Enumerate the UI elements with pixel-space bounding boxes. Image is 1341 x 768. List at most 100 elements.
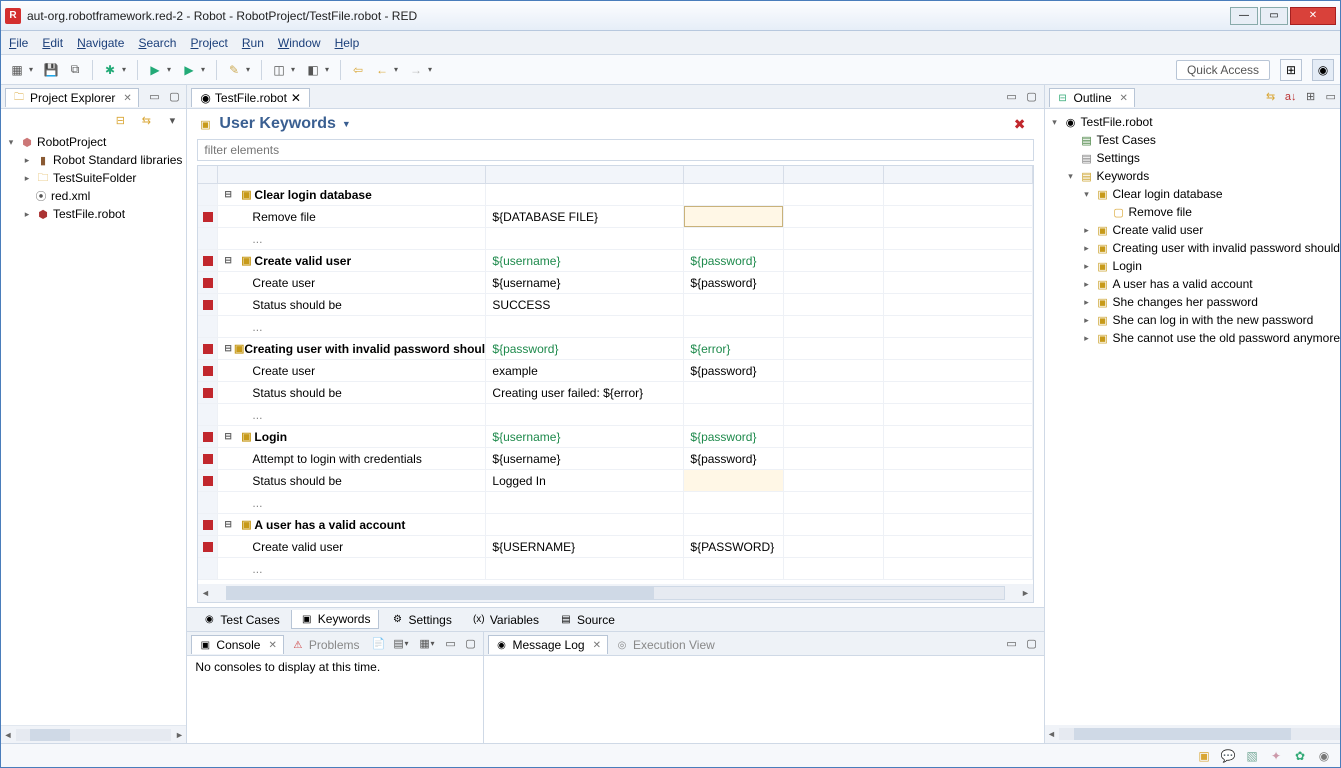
expand-icon[interactable]: ▸ [1081, 261, 1093, 272]
dropdown-icon[interactable]: ▾ [29, 65, 37, 74]
dropdown-icon[interactable]: ▾ [167, 65, 175, 74]
dropdown-icon[interactable]: ▾ [246, 65, 254, 74]
table-row[interactable]: ⊟▣A user has a valid account [198, 514, 1032, 536]
run-icon[interactable]: ▶ [145, 60, 165, 80]
status-icon[interactable]: ✿ [1292, 748, 1308, 764]
delete-icon[interactable]: ✖ [1014, 116, 1026, 133]
tree-item[interactable]: ▸ ▮ Robot Standard libraries [5, 151, 182, 169]
quick-access-input[interactable]: Quick Access [1176, 60, 1270, 80]
filter-icon[interactable]: ◧ [303, 60, 323, 80]
status-icon[interactable]: ▣ [1196, 748, 1212, 764]
editor-tab-test-cases[interactable]: ◉Test Cases [193, 610, 288, 630]
dropdown-icon[interactable]: ▾ [431, 639, 439, 648]
nav-back-icon[interactable]: ← [372, 60, 392, 80]
link-icon[interactable]: ⇆ [1263, 89, 1279, 105]
expand-icon[interactable]: ▸ [21, 173, 33, 184]
table-row[interactable]: ⊟▣Clear login database [198, 184, 1032, 206]
minimize-view-icon[interactable]: ▭ [1004, 89, 1020, 105]
outline-item[interactable]: ▾▤Keywords [1049, 167, 1340, 185]
cell-editor[interactable] [684, 206, 783, 227]
minimize-view-icon[interactable]: ▭ [1004, 636, 1020, 652]
collapse-icon[interactable]: ▾ [5, 137, 17, 148]
editor-tab-settings[interactable]: ⚙Settings [381, 610, 460, 630]
collapse-icon[interactable]: ⊟ [224, 519, 236, 530]
close-button[interactable]: ✕ [1290, 7, 1336, 25]
close-icon[interactable]: ✕ [291, 91, 301, 105]
dropdown-icon[interactable]: ▾ [405, 639, 413, 648]
expand-icon[interactable]: ▸ [1081, 243, 1093, 254]
table-row[interactable]: Create user${username}${password} [198, 272, 1032, 294]
dropdown-icon[interactable]: ▾ [394, 65, 402, 74]
link-editor-icon[interactable]: ⇆ [138, 112, 154, 128]
filter-input[interactable] [197, 139, 1033, 161]
table-row[interactable]: Create valid user${USERNAME}${PASSWORD} [198, 536, 1032, 558]
menu-edit[interactable]: Edit [42, 36, 63, 50]
nav-fwd-icon[interactable]: → [406, 60, 426, 80]
outline-item[interactable]: ▤Settings [1049, 149, 1340, 167]
table-row[interactable]: ... [198, 228, 1032, 250]
expand-icon[interactable]: ▸ [21, 209, 33, 220]
status-icon[interactable]: 💬 [1220, 748, 1236, 764]
tree-item[interactable]: ▸ 🗀 TestSuiteFolder [5, 169, 182, 187]
dropdown-icon[interactable]: ▾ [122, 65, 130, 74]
minimize-view-icon[interactable]: ▭ [443, 636, 459, 652]
outline-item[interactable]: ▾◉TestFile.robot [1049, 113, 1340, 131]
collapse-icon[interactable]: ⊟ [224, 431, 236, 442]
collapse-icon[interactable]: ▾ [1081, 189, 1093, 200]
table-row[interactable]: Status should beLogged In [198, 470, 1032, 492]
collapse-icon[interactable]: ⊟ [224, 189, 236, 200]
table-row[interactable]: Create userexample${password} [198, 360, 1032, 382]
project-explorer-tab[interactable]: 🗀 Project Explorer ✕ [5, 88, 139, 107]
status-icon[interactable]: ▧ [1244, 748, 1260, 764]
table-row[interactable]: ... [198, 492, 1032, 514]
editor-tab-keywords[interactable]: ▣Keywords [291, 610, 380, 629]
editor-tab[interactable]: ◉ TestFile.robot ✕ [191, 88, 310, 107]
nav-back-alt-icon[interactable]: ⇦ [348, 60, 368, 80]
table-row[interactable]: ⊟▣Create valid user${username}${password… [198, 250, 1032, 272]
menu-search[interactable]: Search [138, 36, 176, 50]
robot-perspective-icon[interactable]: ◉ [1312, 59, 1334, 81]
editor-tab-variables[interactable]: (x)Variables [463, 610, 548, 630]
status-icon[interactable]: ✦ [1268, 748, 1284, 764]
dropdown-icon[interactable]: ▾ [291, 65, 299, 74]
close-icon[interactable]: ✕ [268, 640, 276, 651]
save-icon[interactable]: 💾 [41, 60, 61, 80]
debug-config-icon[interactable]: ✱ [100, 60, 120, 80]
table-row[interactable]: Status should beCreating user failed: ${… [198, 382, 1032, 404]
save-all-icon[interactable]: ⧉ [65, 60, 85, 80]
minimize-button[interactable]: — [1230, 7, 1258, 25]
dropdown-icon[interactable]: ▾ [201, 65, 209, 74]
tree-item[interactable]: ⦿ red.xml [5, 187, 182, 205]
outline-item[interactable]: ▸▣Create valid user [1049, 221, 1340, 239]
table-row[interactable]: Remove file${DATABASE FILE} [198, 206, 1032, 228]
maximize-button[interactable]: ▭ [1260, 7, 1288, 25]
project-root[interactable]: ▾ ⬢ RobotProject [5, 133, 182, 151]
sort-icon[interactable]: a↓ [1283, 89, 1299, 105]
expand-icon[interactable]: ▸ [1081, 225, 1093, 236]
outline-item[interactable]: ▸▣She changes her password [1049, 293, 1340, 311]
dropdown-icon[interactable]: ▾ [428, 65, 436, 74]
table-row[interactable]: ... [198, 404, 1032, 426]
table-row[interactable]: ⊟▣Login${username}${password} [198, 426, 1032, 448]
collapse-icon[interactable]: ▾ [1065, 171, 1077, 182]
menu-file[interactable]: File [9, 36, 28, 50]
horizontal-scrollbar[interactable]: ◄► [1, 725, 186, 743]
editor-tab-source[interactable]: ▤Source [550, 610, 624, 630]
table-row[interactable]: Status should beSUCCESS [198, 294, 1032, 316]
maximize-view-icon[interactable]: ▢ [463, 636, 479, 652]
menu-window[interactable]: Window [278, 36, 321, 50]
horizontal-scrollbar[interactable]: ◄► [198, 584, 1032, 602]
outline-item[interactable]: ▾▣Clear login database [1049, 185, 1340, 203]
console-tab[interactable]: ▣ Console ✕ [191, 635, 283, 654]
problems-tab[interactable]: ⚠ Problems [284, 635, 367, 654]
expand-icon[interactable]: ▸ [1081, 315, 1093, 326]
outline-item[interactable]: ▸▣Login [1049, 257, 1340, 275]
message-log-tab[interactable]: ◉ Message Log ✕ [488, 635, 608, 654]
expand-icon[interactable]: ▸ [21, 155, 33, 166]
close-icon[interactable]: ✕ [1120, 93, 1128, 104]
collapse-icon[interactable]: ⊟ [224, 255, 236, 266]
horizontal-scrollbar[interactable]: ◄► [1045, 725, 1340, 743]
new-icon[interactable]: ▦ [7, 60, 27, 80]
collapse-all-icon[interactable]: ⊟ [112, 112, 128, 128]
table-row[interactable]: ... [198, 316, 1032, 338]
